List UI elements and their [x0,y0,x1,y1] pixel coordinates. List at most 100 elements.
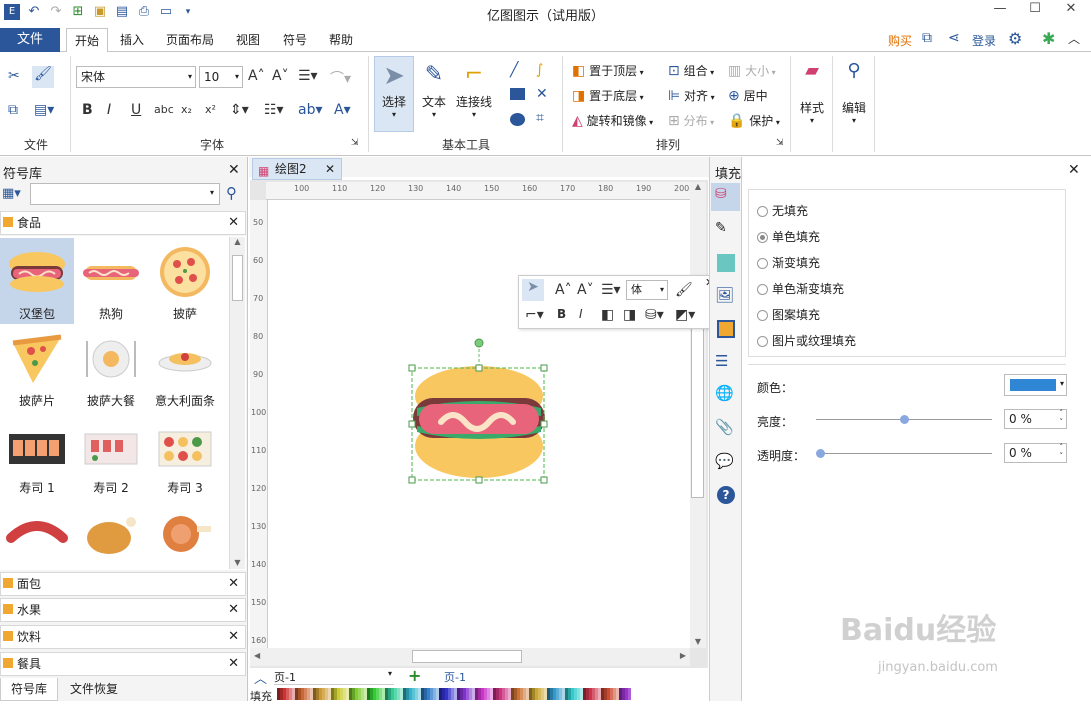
align-button[interactable]: ⊫ 对齐 ▾ [668,87,715,104]
shadow-icon[interactable] [717,254,735,272]
mini-fill-icon[interactable]: ⛁▾ [645,307,664,323]
symbol-pizza-slice[interactable]: 披萨片 [0,325,74,411]
close-category-icon[interactable]: ✕ [228,599,239,621]
data-icon[interactable]: ☰ [715,352,737,374]
fill-option-pattern[interactable]: 图案填充 [757,306,820,323]
resize-handle[interactable] [408,420,416,428]
mini-font-select[interactable]: 体 ▾ [626,280,668,300]
paste-icon[interactable]: ▤▾ [34,102,54,118]
send-to-back-button[interactable]: ◨ 置于底层 ▾ [572,87,644,104]
color-picker[interactable]: ▾ [1004,374,1067,396]
mini-back-icon[interactable]: ◨ [623,307,636,323]
scrollbar-thumb[interactable] [232,255,243,301]
mini-connector-icon[interactable]: ⌐▾ [525,307,544,323]
rotate-handle[interactable] [474,338,484,348]
attachment-icon[interactable]: 📎 [715,418,737,440]
font-color-icon[interactable]: A▾ [334,102,351,118]
subscript-icon[interactable]: x₂ [181,103,192,116]
symbol-search-input[interactable] [30,183,220,205]
resize-handle[interactable] [540,476,548,484]
italic-icon[interactable]: I [107,102,111,118]
canvas-vertical-scrollbar[interactable]: ▲ ▼ [690,182,706,648]
category-food[interactable]: 食品 ✕ [0,211,246,235]
line-icon[interactable]: ╱ [510,62,518,78]
category-tableware[interactable]: 餐具 ✕ [0,652,246,676]
symbol-sausage[interactable] [0,502,74,568]
text-tool-button[interactable]: ✎ 文本 ▾ [416,56,452,132]
mini-align-icon[interactable]: ☰▾ [601,282,621,298]
tab-file[interactable]: 文件 [0,28,60,52]
strikethrough-icon[interactable]: abc [154,103,174,116]
gear-icon[interactable]: ⚙ [1008,29,1022,48]
scrollbar-thumb[interactable] [691,322,704,498]
mini-line-style-icon[interactable]: ◩▾ [675,307,695,323]
add-page-icon[interactable]: + [408,666,421,685]
font-size-select[interactable]: 10 ▾ [199,66,243,88]
shrink-font-icon[interactable]: A˅ [272,68,289,84]
tab-page-layout[interactable]: 页面布局 [158,28,222,52]
distribute-button[interactable]: ⊞ 分布 ▾ [668,112,714,129]
edit-button[interactable]: ⚲ 编辑 ▾ [838,60,870,140]
hyperlink-icon[interactable]: 🌐 [715,384,737,406]
ellipse-icon[interactable] [510,113,525,126]
text-highlight-icon[interactable]: ab▾ [298,102,323,118]
transparency-slider[interactable] [816,449,992,458]
page-tab[interactable]: 页-1 [444,669,466,685]
library-menu-icon[interactable]: ▦▾ [2,186,26,204]
close-tab-icon[interactable]: ✕ [325,159,335,179]
fill-option-texture[interactable]: 图片或纹理填充 [757,332,856,349]
symbol-hamburger[interactable]: 汉堡包 [0,238,74,324]
share-screen-icon[interactable]: ⧉ [922,30,932,46]
layer-icon[interactable] [717,320,735,338]
symbol-sushi-1[interactable]: 寿司 1 [0,412,74,498]
close-category-icon[interactable]: ✕ [228,573,239,595]
mini-front-icon[interactable]: ◧ [601,307,614,323]
transparency-input[interactable]: 0 % ˄ ˅ [1004,443,1067,463]
symbol-ham[interactable] [148,502,222,568]
style-button[interactable]: ▰ 样式 ▾ [796,60,828,140]
arrange-dialog-launcher-icon[interactable]: ⇲ [776,138,784,148]
buy-link[interactable]: 购买 [888,32,912,49]
share-icon[interactable]: ⋖ [948,30,960,46]
palette-swatch[interactable] [628,688,631,700]
resize-handle[interactable] [408,476,416,484]
maximize-button[interactable]: ☐ [1020,0,1050,20]
symbol-pizza[interactable]: 披萨 [148,238,222,324]
resize-handle[interactable] [408,364,416,372]
line-color-icon[interactable]: ✎ [715,220,737,242]
mini-format-painter-icon[interactable]: 🖌 [675,282,693,298]
line-spacing-icon[interactable]: ☰▾ [298,68,318,84]
fill-option-gradient[interactable]: 渐变填充 [757,254,820,271]
tab-help[interactable]: 帮助 [321,28,361,52]
resize-handle[interactable] [475,364,483,372]
resize-handle[interactable] [475,476,483,484]
fill-option-single-gradient[interactable]: 单色渐变填充 [757,280,844,297]
close-window-button[interactable]: ✕ [1056,0,1086,20]
text-arc-icon[interactable]: ⌒▾ [330,68,351,88]
close-symbol-panel-icon[interactable]: ✕ [228,162,240,178]
bold-icon[interactable]: B [82,102,93,118]
collapse-ribbon-icon[interactable]: ︿ [1068,30,1080,47]
category-bread[interactable]: 面包 ✕ [0,572,246,596]
tab-symbol-library[interactable]: 符号库 [0,678,58,701]
cut-icon[interactable]: ✂ [8,68,20,84]
close-category-icon[interactable]: ✕ [228,212,239,234]
bring-to-front-button[interactable]: ◧ 置于顶层 ▾ [572,62,644,79]
tab-view[interactable]: 视图 [228,28,268,52]
canvas-horizontal-scrollbar[interactable]: ◀ ▶ [250,648,690,666]
close-category-icon[interactable]: ✕ [228,653,239,675]
symbol-chicken[interactable] [74,502,148,568]
brightness-input[interactable]: 0 % ˄ ˅ [1004,409,1067,429]
rotate-mirror-button[interactable]: ◭ 旋转和镜像 ▾ [572,112,653,129]
image-icon[interactable]: 🖼 [715,286,737,308]
document-tab[interactable]: ▦ 绘图2 ✕ [252,158,342,180]
cross-point-icon[interactable]: ✕ [536,86,548,102]
tab-home[interactable]: 开始 [66,28,109,53]
close-fill-panel-icon[interactable]: ✕ [1068,162,1080,178]
tab-file-recovery[interactable]: 文件恢复 [60,678,128,701]
scrollbar-thumb[interactable] [412,650,522,663]
mini-select-icon[interactable]: ➤ [522,279,544,301]
select-tool-button[interactable]: ➤ 选择 ▾ [374,56,414,132]
group-button[interactable]: ⊡ 组合 ▾ [668,62,714,79]
page-select[interactable]: 页-1 ▾ [274,669,394,685]
